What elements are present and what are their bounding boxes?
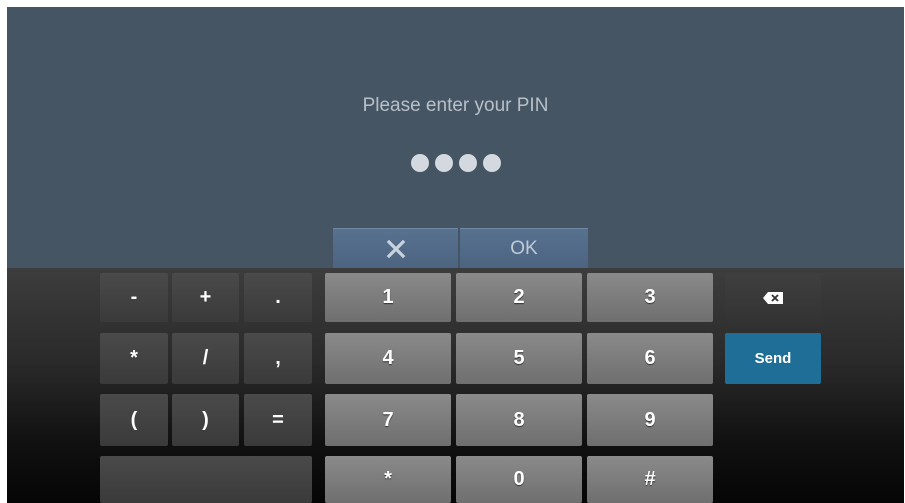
pin-dot [435,154,453,172]
pin-dot [459,154,477,172]
key-3[interactable]: 3 [587,273,713,322]
key-plus[interactable]: + [172,273,239,322]
key-open-paren[interactable]: ( [100,394,168,446]
key-period[interactable]: . [244,273,312,322]
key-6[interactable]: 6 [587,333,713,384]
key-slash[interactable]: / [172,333,239,384]
key-comma[interactable]: , [244,333,312,384]
key-8[interactable]: 8 [456,394,582,446]
pin-dot [411,154,429,172]
cancel-button[interactable] [333,228,458,269]
key-equals[interactable]: = [244,394,312,446]
key-5[interactable]: 5 [456,333,582,384]
key-4[interactable]: 4 [325,333,451,384]
key-star[interactable]: * [325,456,451,503]
key-close-paren[interactable]: ) [172,394,239,446]
send-button[interactable]: Send [725,333,821,384]
key-asterisk[interactable]: * [100,333,168,384]
close-icon [386,239,405,259]
ok-button[interactable]: OK [460,228,588,269]
key-2[interactable]: 2 [456,273,582,322]
backspace-button[interactable] [725,273,821,322]
pin-entry-screen: Please enter your PIN OK - + . * / , ( )… [7,7,904,503]
key-space[interactable] [100,456,312,503]
key-9[interactable]: 9 [587,394,713,446]
key-minus[interactable]: - [100,273,168,322]
pin-prompt: Please enter your PIN [362,95,549,116]
key-hash[interactable]: # [587,456,713,503]
pin-dot [483,154,501,172]
pin-indicator [411,154,501,172]
numeric-keyboard: - + . * / , ( ) = 1 2 3 4 5 6 7 8 9 * 0 … [7,268,904,503]
backspace-icon [763,291,783,304]
key-7[interactable]: 7 [325,394,451,446]
key-0[interactable]: 0 [456,456,582,503]
key-1[interactable]: 1 [325,273,451,322]
